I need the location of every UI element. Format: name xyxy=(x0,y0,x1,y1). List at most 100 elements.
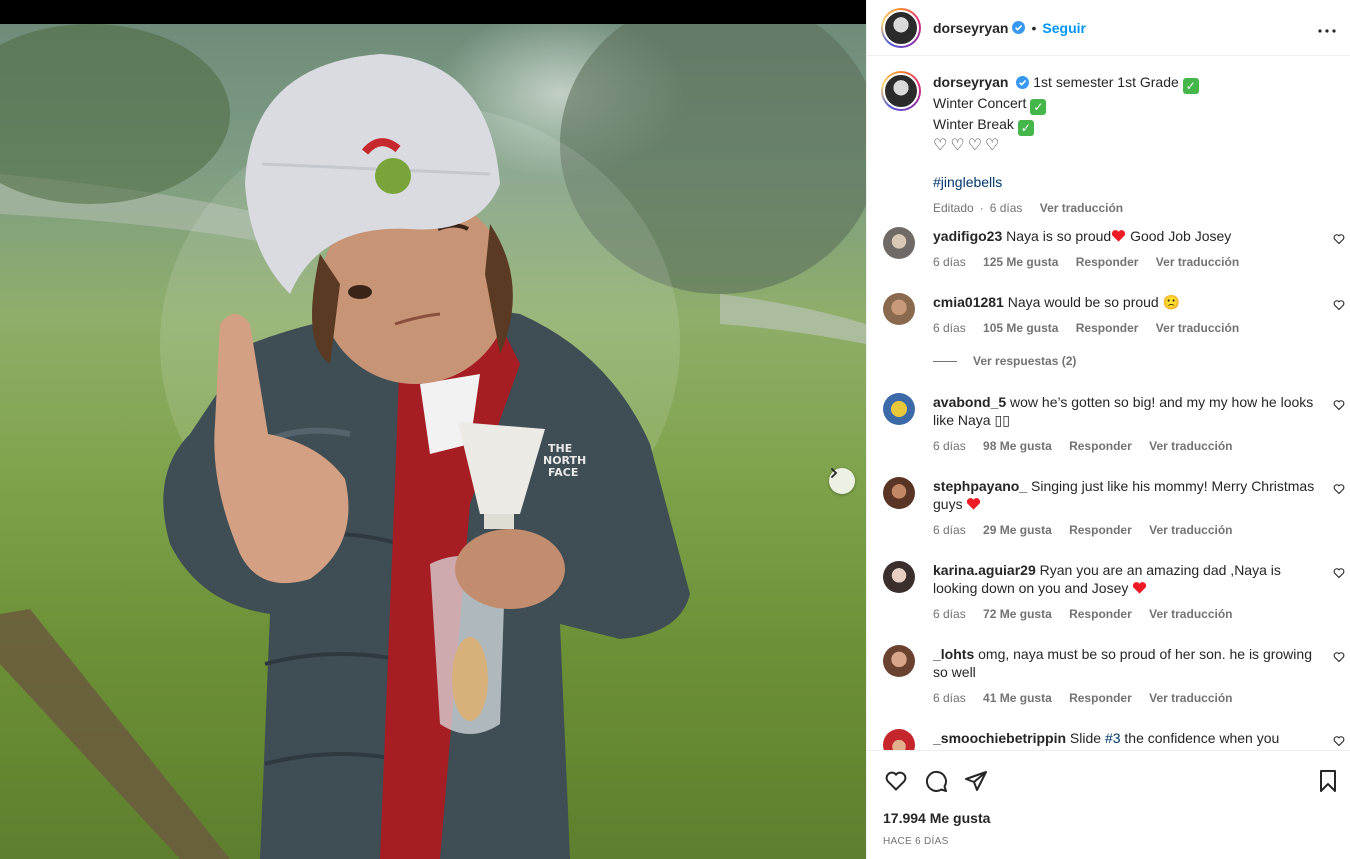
comment-like-heart-icon[interactable] xyxy=(1333,299,1345,311)
comment-text: Slide xyxy=(1069,730,1105,746)
heart-icon xyxy=(885,771,907,791)
share-button[interactable] xyxy=(963,769,989,795)
comment-reply-button[interactable]: Responder xyxy=(1069,691,1132,705)
comment-username[interactable]: _lohts xyxy=(933,646,974,662)
checkmark-emoji-icon: ✓ xyxy=(1017,120,1034,136)
comment-text: Naya is so proud xyxy=(1006,228,1112,244)
comment-avatar[interactable] xyxy=(883,477,915,509)
follow-button[interactable]: Seguir xyxy=(1042,20,1086,36)
comment-translate-link[interactable]: Ver traducción xyxy=(1156,321,1239,335)
comment-avatar[interactable] xyxy=(883,393,915,425)
post-sidebar: dorseyryan • Seguir dorseyryan 1st semes… xyxy=(866,0,1350,859)
comment-avatar[interactable] xyxy=(883,227,915,259)
comment-translate-link[interactable]: Ver traducción xyxy=(1149,691,1232,705)
comment-time[interactable]: 6 días xyxy=(933,439,966,453)
comment-reply-button[interactable]: Responder xyxy=(1069,607,1132,621)
comment-avatar[interactable] xyxy=(883,561,915,593)
caption-meta: Editado · 6 días Ver traducción xyxy=(933,201,1124,215)
caption-line-1: 1st semester 1st Grade xyxy=(1033,74,1179,90)
sad-face-emoji-icon: 🙁 xyxy=(1162,294,1181,310)
post-photo[interactable]: THE NORTH FACE xyxy=(0,24,866,859)
comment-time[interactable]: 6 días xyxy=(933,607,966,621)
comment-avatar[interactable] xyxy=(883,645,915,677)
comment-username[interactable]: yadifigo23 xyxy=(933,228,1002,244)
post-actions: 17.994 Me gusta HACE 6 DÍAS xyxy=(867,750,1350,859)
comment-likes[interactable]: 98 Me gusta xyxy=(983,439,1052,453)
author-username[interactable]: dorseyryan xyxy=(933,20,1008,36)
comment-likes[interactable]: 72 Me gusta xyxy=(983,607,1052,621)
comment-likes[interactable]: 41 Me gusta xyxy=(983,691,1052,705)
comment-time[interactable]: 6 días xyxy=(933,691,966,705)
comment-item: karina.aguiar29 Ryan you are an amazing … xyxy=(881,561,1345,623)
caption-translate-link[interactable]: Ver traducción xyxy=(1040,201,1123,215)
comment-username[interactable]: avabond_5 xyxy=(933,394,1006,410)
comment-likes[interactable]: 125 Me gusta xyxy=(983,255,1058,269)
like-button[interactable] xyxy=(883,769,909,795)
photo-illustration: THE NORTH FACE xyxy=(0,24,866,859)
comment-like-heart-icon[interactable] xyxy=(1333,399,1345,411)
comment-item: stephpayano_ Singing just like his mommy… xyxy=(881,477,1345,539)
caption-edited: Editado xyxy=(933,201,974,215)
caption-time[interactable]: 6 días xyxy=(990,201,1023,215)
comment-meta: 6 días 98 Me gusta Responder Ver traducc… xyxy=(933,437,1315,455)
comment-translate-link[interactable]: Ver traducción xyxy=(1149,439,1232,453)
comment-time[interactable]: 6 días xyxy=(933,321,966,335)
comment-translate-link[interactable]: Ver traducción xyxy=(1149,523,1232,537)
more-options-button[interactable] xyxy=(1318,16,1336,39)
paper-plane-icon xyxy=(965,771,987,791)
comment-avatar[interactable] xyxy=(883,729,915,750)
carousel-next-button[interactable] xyxy=(829,468,855,494)
comment-text: Naya would be so proud xyxy=(1007,294,1159,310)
view-replies-line xyxy=(933,360,957,362)
comment-username[interactable]: stephpayano_ xyxy=(933,478,1027,494)
comment-meta: 6 días 125 Me gusta Responder Ver traduc… xyxy=(933,253,1315,271)
comment-likes[interactable]: 105 Me gusta xyxy=(983,321,1058,335)
comment-likes[interactable]: 29 Me gusta xyxy=(983,523,1052,537)
checkmark-emoji-icon: ✓ xyxy=(1182,78,1199,94)
post-header: dorseyryan • Seguir xyxy=(867,0,1350,56)
comment-text: omg, naya must be so proud of her son. h… xyxy=(933,646,1312,680)
comment-meta: 6 días 72 Me gusta Responder Ver traducc… xyxy=(933,605,1315,623)
caption-line-2: Winter Concert xyxy=(933,95,1027,111)
comment-reply-button[interactable]: Responder xyxy=(1069,439,1132,453)
comment-username[interactable]: cmia01281 xyxy=(933,294,1004,310)
comment-trailing-emoji: ▯▯ xyxy=(994,412,1010,428)
verified-badge-icon xyxy=(1016,76,1030,89)
caption-username[interactable]: dorseyryan xyxy=(933,74,1008,90)
header-separator: • xyxy=(1031,19,1037,36)
comment-button[interactable] xyxy=(923,769,949,795)
comment-translate-link[interactable]: Ver traducción xyxy=(1149,607,1232,621)
comment-meta: 6 días 41 Me gusta Responder Ver traducc… xyxy=(933,689,1315,707)
comment-like-heart-icon[interactable] xyxy=(1333,567,1345,579)
total-likes[interactable]: 17.994 Me gusta xyxy=(883,810,990,826)
post-media: THE NORTH FACE xyxy=(0,0,866,859)
bookmark-icon xyxy=(1320,770,1336,792)
caption-avatar[interactable] xyxy=(881,71,921,111)
comment-avatar[interactable] xyxy=(883,293,915,325)
comment-bubble-icon xyxy=(925,770,947,792)
comment-like-heart-icon[interactable] xyxy=(1333,483,1345,495)
view-replies-button[interactable]: Ver respuestas (2) xyxy=(933,354,1076,368)
comment-hashtag-link[interactable]: #3 xyxy=(1105,730,1121,746)
comment-like-heart-icon[interactable] xyxy=(1333,651,1345,663)
comment-reply-button[interactable]: Responder xyxy=(1076,255,1139,269)
comment-item: yadifigo23 Naya is so proud Good Job Jos… xyxy=(881,227,1345,271)
caption-hashtag-link[interactable]: #jinglebells xyxy=(933,174,1002,190)
comment-item: avabond_5 wow he’s gotten so big! and my… xyxy=(881,393,1345,455)
red-heart-emoji-icon xyxy=(967,498,981,510)
chevron-right-icon xyxy=(831,468,838,478)
comment-username[interactable]: karina.aguiar29 xyxy=(933,562,1036,578)
comment-username[interactable]: _smoochiebetrippin xyxy=(933,730,1066,746)
comment-meta: 6 días 105 Me gusta Responder Ver traduc… xyxy=(933,319,1315,337)
comment-item: cmia01281 Naya would be so proud 🙁 6 día… xyxy=(881,293,1345,337)
author-avatar[interactable] xyxy=(881,7,921,48)
comment-like-heart-icon[interactable] xyxy=(1333,233,1345,245)
save-button[interactable] xyxy=(1315,769,1341,795)
comment-time[interactable]: 6 días xyxy=(933,523,966,537)
comment-reply-button[interactable]: Responder xyxy=(1069,523,1132,537)
caption-line-3: Winter Break xyxy=(933,116,1014,132)
comment-reply-button[interactable]: Responder xyxy=(1076,321,1139,335)
comment-translate-link[interactable]: Ver traducción xyxy=(1156,255,1239,269)
comment-time[interactable]: 6 días xyxy=(933,255,966,269)
comment-like-heart-icon[interactable] xyxy=(1333,735,1345,747)
